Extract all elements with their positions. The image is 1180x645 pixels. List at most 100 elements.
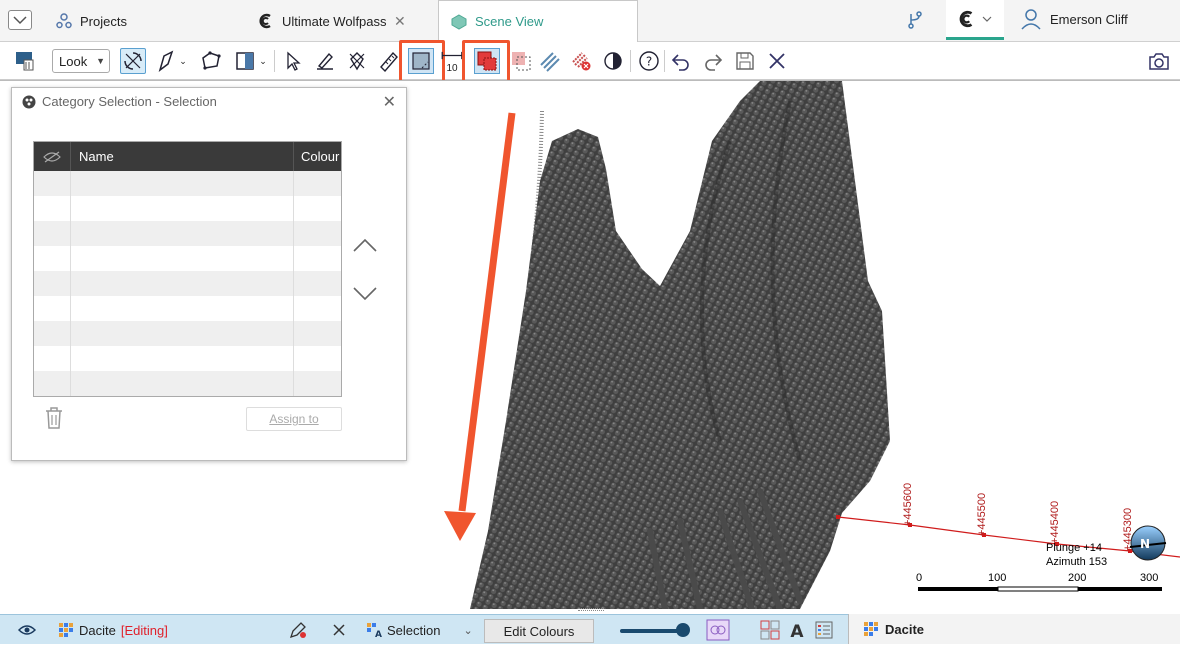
select-hatched-button[interactable] xyxy=(536,48,562,74)
tab-projects[interactable]: Projects xyxy=(44,0,139,42)
visibility-column-header[interactable] xyxy=(34,142,70,171)
user-account[interactable]: Emerson Cliff xyxy=(1020,8,1128,30)
slider-handle[interactable] xyxy=(676,623,690,637)
active-object[interactable]: Dacite [Editing] xyxy=(58,615,168,645)
save-icon xyxy=(736,52,754,70)
colour-mode-dropdown[interactable]: A Selection ⌄ xyxy=(366,615,473,645)
cancel-editing-button[interactable] xyxy=(764,48,790,74)
chevron-down-icon: ⌄ xyxy=(463,624,473,637)
select-box-button[interactable] xyxy=(508,48,534,74)
name-column-header[interactable]: Name xyxy=(70,142,293,171)
table-row[interactable] xyxy=(34,371,341,396)
edit-colours-button[interactable]: Edit Colours xyxy=(484,619,594,643)
invert-icon xyxy=(604,52,622,70)
tab-ultimate-wolfpass[interactable]: Ultimate Wolfpass xyxy=(246,0,399,42)
move-up-button[interactable] xyxy=(352,235,378,261)
chevron-down-icon: ⌄ xyxy=(179,55,187,66)
leapfrog-icon xyxy=(959,10,973,27)
table-row[interactable] xyxy=(34,196,341,221)
slice-mode-icon xyxy=(706,619,730,641)
select-distance-button[interactable]: 10 xyxy=(441,48,463,74)
table-row[interactable] xyxy=(34,321,341,346)
dialog-title-text: Category Selection - Selection xyxy=(42,94,217,109)
slice-mode-button[interactable] xyxy=(706,615,730,645)
close-icon[interactable]: ✕ xyxy=(383,92,396,112)
visibility-toggle[interactable] xyxy=(18,615,36,645)
compass-letter: N xyxy=(1140,537,1150,551)
panel-splitter[interactable] xyxy=(578,608,604,611)
category-table[interactable]: Name Colour xyxy=(33,141,342,397)
look-dropdown[interactable]: Look ▼ xyxy=(52,49,110,73)
undo-button[interactable] xyxy=(668,48,694,74)
delete-category-button[interactable] xyxy=(44,406,64,433)
help-icon: ? xyxy=(639,51,659,71)
draw-plane-button[interactable] xyxy=(312,48,338,74)
close-tab-icon[interactable]: ✕ xyxy=(394,13,406,30)
draw-lines-dropdown[interactable]: ⌄ xyxy=(176,48,190,74)
plane-pencil-icon xyxy=(317,52,333,70)
column-divider xyxy=(70,171,71,396)
chevron-down-icon xyxy=(982,16,992,22)
chevron-down-icon xyxy=(13,15,27,24)
look-label: Look xyxy=(59,53,88,69)
grid-icon xyxy=(760,620,780,640)
slicer-dropdown[interactable]: ⌄ xyxy=(256,48,270,74)
close-icon xyxy=(769,53,785,69)
branch-icon[interactable] xyxy=(905,10,925,33)
chevron-down-icon xyxy=(353,287,377,301)
stop-editing-button[interactable] xyxy=(332,615,346,645)
edit-properties-button[interactable] xyxy=(288,615,308,645)
tab-label: Scene View xyxy=(475,14,544,29)
interact-tool-button[interactable] xyxy=(120,48,146,74)
block-model-icon xyxy=(864,622,878,636)
coord-label: +445300 xyxy=(1122,507,1134,551)
table-row[interactable] xyxy=(34,296,341,321)
selected-object-panel[interactable]: Dacite xyxy=(848,614,1180,644)
leapfrog-icon xyxy=(258,13,274,29)
redo-button[interactable] xyxy=(700,48,726,74)
column-divider xyxy=(293,171,294,396)
coord-label: +445600 xyxy=(902,482,914,526)
table-row[interactable] xyxy=(34,246,341,271)
assign-to-button[interactable]: Assign to xyxy=(246,407,342,431)
redo-icon xyxy=(705,54,723,71)
table-row[interactable] xyxy=(34,171,341,196)
legend-button[interactable] xyxy=(814,615,834,645)
clear-scene-button[interactable] xyxy=(12,48,38,74)
move-icon xyxy=(349,52,365,71)
table-row[interactable] xyxy=(34,271,341,296)
label-button[interactable]: A xyxy=(787,615,807,645)
menu-dropdown-button[interactable] xyxy=(8,10,32,30)
toolbar-separator xyxy=(630,50,631,72)
colour-column-header[interactable]: Colour xyxy=(293,142,341,171)
grid-view-button[interactable] xyxy=(760,615,780,645)
table-row[interactable] xyxy=(34,221,341,246)
svg-text:A: A xyxy=(790,622,804,640)
trash-icon xyxy=(46,407,62,429)
screenshot-button[interactable] xyxy=(1146,48,1172,74)
pencil-edit-icon xyxy=(289,622,306,639)
scene-view-icon xyxy=(451,13,467,30)
distance-icon xyxy=(441,51,463,60)
camera-icon xyxy=(1149,53,1169,70)
app-menu-button[interactable] xyxy=(946,0,1004,40)
move-points-button[interactable] xyxy=(344,48,370,74)
scale-tick: 200 xyxy=(1068,572,1087,584)
help-button[interactable]: ? xyxy=(636,48,662,74)
user-icon xyxy=(1021,9,1041,30)
move-down-button[interactable] xyxy=(352,284,378,310)
legend-icon xyxy=(815,621,833,639)
draw-polygon-button[interactable] xyxy=(198,48,224,74)
category-icon xyxy=(22,95,36,108)
chevron-up-icon xyxy=(353,238,377,252)
table-row[interactable] xyxy=(34,346,341,371)
slicer-button[interactable] xyxy=(232,48,258,74)
scale-tick: 0 xyxy=(916,572,923,584)
deselect-button[interactable] xyxy=(568,48,594,74)
save-button[interactable] xyxy=(732,48,758,74)
tab-scene-view[interactable]: Scene View xyxy=(438,0,638,42)
invert-selection-button[interactable] xyxy=(600,48,626,74)
chevron-down-icon: ⌄ xyxy=(259,55,267,66)
toolbar-separator xyxy=(274,50,275,72)
select-button[interactable] xyxy=(280,48,306,74)
